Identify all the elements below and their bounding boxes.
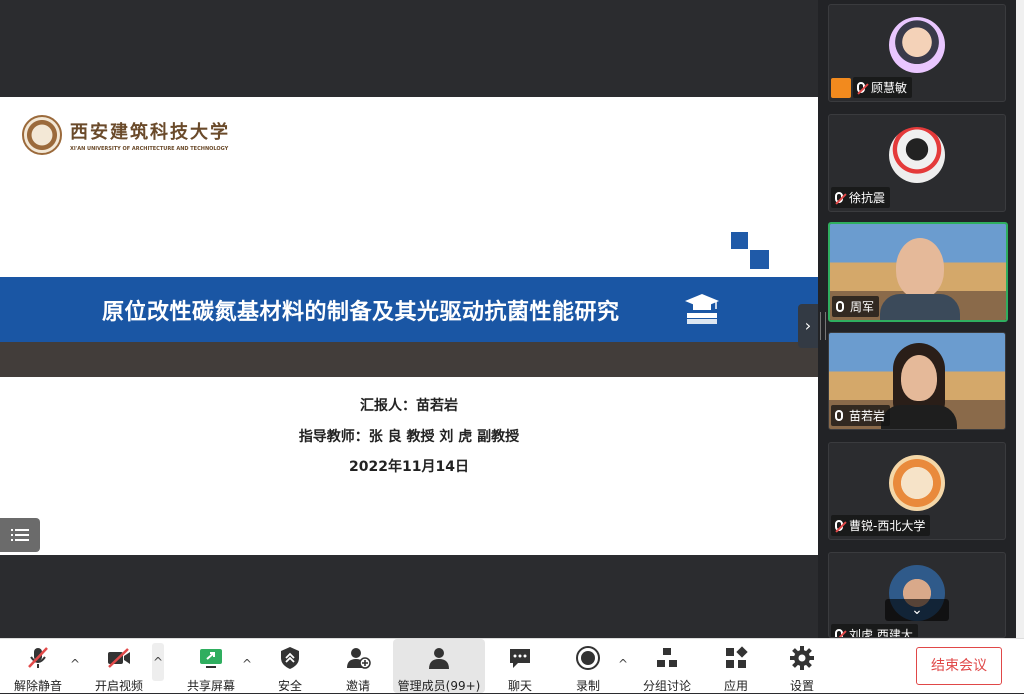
security-button[interactable]: 安全 [266,639,314,693]
end-meeting-button[interactable]: 结束会议 [916,647,1002,685]
chat-bubble-icon [510,649,530,668]
participants-gallery: 顾慧敏 徐抗震 周军 苗若岩 曹锐-西北大学 ⌄ 刘虎 西建大 [826,0,1016,638]
participant-name-tag: 徐抗震 [831,187,891,208]
share-options-chevron-icon[interactable]: ^ [242,657,252,671]
settings-button[interactable]: 设置 [778,639,826,693]
record-button[interactable]: 录制 [564,639,612,693]
invite-button[interactable]: 邀请 [334,639,382,693]
mic-muted-icon [835,629,843,637]
mic-muted-icon [857,82,865,93]
share-screen-icon [200,649,222,668]
participant-face [896,238,944,298]
participant-name-tag: 刘虎 西建大 [831,624,918,638]
audio-options-chevron-icon[interactable]: ^ [70,657,80,671]
slide-title: 原位改性碳氮基材料的制备及其光驱动抗菌性能研究 [102,300,620,325]
start-video-button[interactable]: 开启视频 [90,639,148,693]
breakout-rooms-label: 分组讨论 [642,679,691,693]
host-badge-icon [831,78,851,98]
advisor-line: 指导教师：张 良 教授 刘 虎 副教授 [298,429,520,445]
camera-off-icon [108,648,130,668]
participant-name-tag: 曹锐-西北大学 [831,515,931,536]
participant-name-tag: 周军 [832,296,880,317]
participant-name: 刘虎 西建大 [849,628,913,638]
participant-tile-active[interactable]: 周军 [828,222,1008,322]
breakout-rooms-button[interactable]: 分组讨论 [638,639,696,693]
mic-muted-icon [835,520,843,531]
participant-name: 周军 [850,300,875,314]
decor-square [750,250,769,269]
share-screen-label: 共享屏幕 [186,679,235,693]
meeting-toolbar: 解除静音 ^ 开启视频 ^ 共享屏幕 ^ 安全 邀请 管理成员(99+) 聊天 … [0,638,1024,693]
participant-name: 顾慧敏 [871,81,908,95]
mic-icon [835,410,843,421]
unmute-label: 解除静音 [13,679,62,693]
participant-face [901,355,937,401]
participant-tile[interactable]: 徐抗震 [828,114,1006,212]
university-seal-icon [22,115,62,155]
participant-tile[interactable]: 苗若岩 [828,332,1006,430]
gallery-scrollbar[interactable] [1016,0,1024,638]
mic-icon [836,301,844,312]
logo-english-name: XI'AN UNIVERSITY OF ARCHITECTURE AND TEC… [70,146,229,152]
breakout-icon [657,648,677,667]
manage-members-button[interactable]: 管理成员(99+) [393,639,485,693]
participant-name: 曹锐-西北大学 [849,519,926,533]
record-icon [576,646,600,670]
date-line: 2022年11月14日 [349,459,469,475]
gear-icon [790,646,814,670]
slide-divider-band [0,342,818,377]
participant-tile[interactable]: 顾慧敏 [828,4,1006,102]
graduation-book-icon [685,294,719,324]
shield-icon [281,647,299,669]
logo-chinese-name: 西安建筑科技大学 [70,122,230,143]
avatar [889,17,945,73]
settings-label: 设置 [789,679,814,693]
invite-label: 邀请 [345,679,370,693]
participant-tile[interactable]: 曹锐-西北大学 [828,442,1006,540]
shared-screen-area: 西安建筑科技大学 XI'AN UNIVERSITY OF ARCHITECTUR… [0,0,818,638]
participant-name: 苗若岩 [849,409,886,423]
participant-tile[interactable]: ⌄ 刘虎 西建大 [828,552,1006,638]
record-options-chevron-icon[interactable]: ^ [618,657,628,671]
video-options-chevron-icon[interactable]: ^ [152,643,164,681]
manage-members-label: 管理成员(99+) [397,679,481,693]
mic-muted-icon [28,647,48,668]
avatar [889,455,945,511]
members-icon [429,648,449,669]
participant-name: 徐抗震 [849,191,886,205]
mic-muted-icon [835,192,843,203]
add-user-icon [347,648,371,669]
start-video-label: 开启视频 [94,679,143,693]
apps-label: 应用 [723,679,748,693]
university-logo: 西安建筑科技大学 XI'AN UNIVERSITY OF ARCHITECTUR… [22,115,230,155]
participant-name-tag: 顾慧敏 [853,77,913,98]
security-label: 安全 [277,679,302,693]
chat-label: 聊天 [507,679,532,693]
participant-name-tag: 苗若岩 [831,405,891,426]
collapse-panel-button[interactable]: › [798,304,818,348]
share-screen-button[interactable]: 共享屏幕 [182,639,240,693]
slide-list-icon[interactable] [0,518,40,552]
presentation-slide: 西安建筑科技大学 XI'AN UNIVERSITY OF ARCHITECTUR… [0,97,818,555]
scroll-down-icon[interactable]: ⌄ [885,599,949,621]
decor-square [731,232,748,249]
reporter-line: 汇报人：苗若岩 [360,398,458,414]
avatar [889,127,945,183]
unmute-button[interactable]: 解除静音 [10,639,66,693]
apps-icon [726,646,748,668]
title-bar: 原位改性碳氮基材料的制备及其光驱动抗菌性能研究 [0,277,818,342]
chat-button[interactable]: 聊天 [496,639,544,693]
record-label: 录制 [575,679,600,693]
apps-button[interactable]: 应用 [712,639,760,693]
